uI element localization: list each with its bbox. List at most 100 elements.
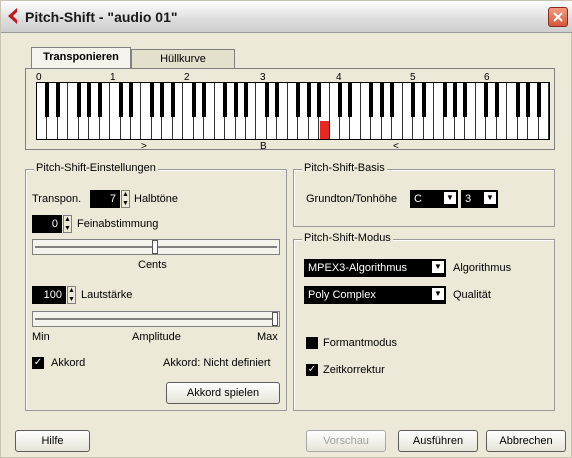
close-icon [553, 12, 563, 22]
formant-label: Formantmodus [323, 337, 397, 349]
quality-value: Poly Complex [308, 289, 376, 301]
piano-black-key[interactable] [452, 83, 457, 117]
piano-black-key[interactable] [76, 83, 81, 117]
piano-black-key[interactable] [45, 83, 50, 117]
piano-black-key[interactable] [55, 83, 60, 117]
spin-down-icon: ▼ [64, 225, 71, 232]
transpose-panel: 0 1 2 3 4 5 6 > B < [25, 68, 555, 152]
spin-up-icon: ▲ [64, 216, 71, 223]
amplitude-max-label: Max [257, 331, 278, 343]
piano-black-key[interactable] [149, 83, 154, 117]
piano-black-key[interactable] [129, 83, 134, 117]
finetune-stepper[interactable]: ▲ ▼ [63, 215, 72, 233]
piano-black-key[interactable] [97, 83, 102, 117]
piano-black-key[interactable] [338, 83, 343, 117]
center-note-marker: B [260, 141, 267, 152]
formant-checkbox[interactable] [306, 337, 318, 349]
cents-slider-thumb[interactable] [152, 240, 158, 254]
octave-value: 3 [465, 193, 472, 205]
cancel-button[interactable]: Abbrechen [486, 430, 566, 452]
tab-huellkurve[interactable]: Hüllkurve [131, 49, 235, 69]
basis-group-title: Pitch-Shift-Basis [302, 162, 387, 174]
piano-black-key[interactable] [87, 83, 92, 117]
piano-black-key[interactable] [317, 83, 322, 117]
mode-group-title: Pitch-Shift-Modus [302, 232, 393, 244]
piano-black-key[interactable] [202, 83, 207, 117]
piano-black-key[interactable] [421, 83, 426, 117]
piano-black-key[interactable] [306, 83, 311, 117]
left-range-marker: > [141, 141, 147, 152]
preview-button[interactable]: Vorschau [306, 430, 386, 452]
spin-down-icon: ▼ [122, 200, 129, 207]
timecorrection-label: Zeitkorrektur [323, 364, 385, 376]
amplitude-min-label: Min [32, 331, 50, 343]
piano-black-key[interactable] [442, 83, 447, 117]
execute-button[interactable]: Ausführen [398, 430, 478, 452]
piano-black-key[interactable] [379, 83, 384, 117]
spin-up-icon: ▲ [68, 287, 75, 294]
piano-black-key[interactable] [536, 83, 541, 117]
chord-label: Akkord [51, 357, 86, 369]
root-note-value: C [414, 193, 422, 205]
piano-black-key[interactable] [264, 83, 269, 117]
volume-field[interactable]: 100 [32, 286, 66, 304]
piano-keyboard[interactable] [36, 82, 550, 140]
cents-slider[interactable] [32, 239, 280, 255]
chord-checkbox[interactable]: ✓ [32, 357, 44, 369]
transpose-stepper[interactable]: ▲ ▼ [121, 190, 130, 208]
piano-black-key[interactable] [411, 83, 416, 117]
piano-black-key[interactable] [191, 83, 196, 117]
chevron-down-icon: ▼ [431, 287, 445, 301]
piano-black-key[interactable] [390, 83, 395, 117]
cents-label: Cents [138, 259, 167, 271]
selected-key-highlight [320, 121, 329, 139]
pitch-shift-dialog: Pitch-Shift - "audio 01" Transponieren H… [0, 0, 572, 458]
window-title: Pitch-Shift - "audio 01" [25, 9, 178, 25]
algorithm-select[interactable]: MPEX3-Algorithmus ▼ [304, 259, 446, 277]
algorithm-value: MPEX3-Algorithmus [308, 262, 408, 274]
algorithm-label: Algorithmus [453, 262, 512, 274]
chord-status: Akkord: Nicht definiert [163, 357, 271, 369]
title-bar[interactable]: Pitch-Shift - "audio 01" [1, 1, 572, 33]
quality-label: Qualität [453, 289, 491, 301]
piano-black-key[interactable] [494, 83, 499, 117]
tab-transponieren[interactable]: Transponieren [31, 47, 131, 69]
help-button[interactable]: Hilfe [15, 430, 90, 452]
right-range-marker: < [393, 141, 399, 152]
chevron-down-icon: ▼ [443, 191, 457, 205]
amplitude-slider-thumb[interactable] [272, 312, 278, 326]
piano-black-key[interactable] [160, 83, 165, 117]
amplitude-label: Amplitude [132, 331, 181, 343]
chevron-down-icon: ▼ [431, 260, 445, 274]
piano-black-key[interactable] [348, 83, 353, 117]
root-note-label: Grundton/Tonhöhe [306, 193, 398, 205]
piano-black-key[interactable] [515, 83, 520, 117]
piano-black-key[interactable] [296, 83, 301, 117]
piano-black-key[interactable] [233, 83, 238, 117]
piano-black-key[interactable] [118, 83, 123, 117]
piano-black-key[interactable] [526, 83, 531, 117]
piano-black-key[interactable] [170, 83, 175, 117]
piano-black-key[interactable] [463, 83, 468, 117]
chevron-down-icon: ▼ [483, 191, 497, 205]
play-chord-button[interactable]: Akkord spielen [166, 382, 280, 404]
piano-black-key[interactable] [369, 83, 374, 117]
piano-black-key[interactable] [484, 83, 489, 117]
octave-select[interactable]: 3 ▼ [461, 190, 498, 208]
spin-down-icon: ▼ [68, 296, 75, 303]
volume-label: Lautstärke [81, 289, 133, 301]
root-note-select[interactable]: C ▼ [410, 190, 458, 208]
finetune-field[interactable]: 0 [32, 215, 62, 233]
settings-group-title: Pitch-Shift-Einstellungen [34, 162, 158, 174]
quality-select[interactable]: Poly Complex ▼ [304, 286, 446, 304]
volume-stepper[interactable]: ▲ ▼ [67, 286, 76, 304]
timecorrection-checkbox[interactable]: ✓ [306, 364, 318, 376]
transpose-field[interactable]: 7 [90, 190, 120, 208]
piano-black-key[interactable] [223, 83, 228, 117]
piano-black-key[interactable] [275, 83, 280, 117]
amplitude-slider[interactable] [32, 311, 280, 327]
piano-black-key[interactable] [243, 83, 248, 117]
transpose-label: Transpon. [32, 193, 82, 205]
cubase-logo-icon [8, 8, 17, 24]
close-button[interactable] [548, 7, 568, 27]
